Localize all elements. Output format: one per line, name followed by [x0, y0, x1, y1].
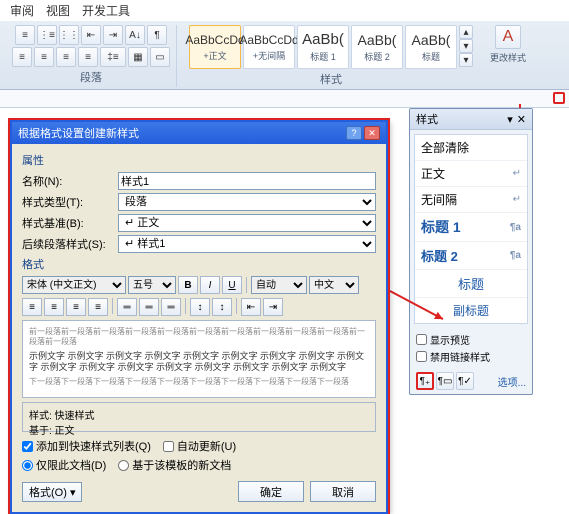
spacing1-btn[interactable]: ═ [117, 298, 137, 316]
style-body[interactable]: 正文↵ [415, 161, 527, 187]
style-h2[interactable]: 标题 2¶a [415, 242, 527, 270]
underline-button[interactable]: U [222, 276, 242, 294]
styles-pane-dropdown[interactable]: ▾ [507, 113, 513, 126]
change-styles-icon: A [495, 25, 521, 49]
styles-launcher-highlight[interactable] [553, 92, 565, 104]
follow-label: 后续段落样式(S): [22, 236, 112, 252]
style-h1[interactable]: 标题 1¶a [415, 213, 527, 242]
align-left-btn[interactable]: ≡ [22, 298, 42, 316]
indent-left-btn[interactable]: ⇤ [241, 298, 261, 316]
dialog-title: 根据格式设置创建新样式 [18, 125, 139, 141]
group-styles-label: 样式 [320, 71, 342, 87]
cancel-button[interactable]: 取消 [310, 481, 376, 502]
gallery-down-button[interactable]: ▾ [459, 39, 473, 53]
align-justify-btn[interactable]: ≡ [88, 298, 108, 316]
template-radio[interactable]: 基于该模板的新文档 [118, 457, 231, 473]
gallery-item-h1[interactable]: AaBb(标题 1 [297, 25, 349, 69]
auto-update-check[interactable]: 自动更新(U) [163, 438, 236, 454]
align-left-button[interactable]: ≡ [12, 47, 32, 67]
numbering-button[interactable]: ⋮≡ [37, 25, 57, 45]
gallery-item-title[interactable]: AaBb(标题 [405, 25, 457, 69]
bold-button[interactable]: B [178, 276, 198, 294]
tab-review[interactable]: 审阅 [10, 2, 34, 19]
gallery-item-h2[interactable]: AaBb(标题 2 [351, 25, 403, 69]
indent-dec-button[interactable]: ⇤ [81, 25, 101, 45]
style-inspector-button[interactable]: ¶▭ [436, 372, 454, 390]
styles-pane-title: 样式 [416, 111, 438, 127]
space-after-btn[interactable]: ↕ [212, 298, 232, 316]
preview-box: 前一段落前一段落前一段落前一段落前一段落前一段落前一段落前一段落前一段落前一段落… [22, 320, 376, 398]
space-before-btn[interactable]: ↕ [190, 298, 210, 316]
styles-pane: 样式 ▾ ✕ 全部清除 正文↵ 无间隔↵ 标题 1¶a 标题 2¶a 标题 副标… [409, 108, 533, 395]
indent-inc-button[interactable]: ⇥ [103, 25, 123, 45]
manage-styles-button[interactable]: ¶✓ [456, 372, 474, 390]
dialog-help-button[interactable]: ? [346, 126, 362, 140]
format-menu-button[interactable]: 格式(O) ▾ [22, 482, 82, 502]
align-center-btn[interactable]: ≡ [44, 298, 64, 316]
base-select[interactable]: ↵ 正文 [118, 214, 376, 232]
group-paragraph: ≡ ⋮≡ ⋮⋮ ⇤ ⇥ A↓ ¶ ≡ ≡ ≡ ≡ ‡≡ ▦ ▭ 段落 [6, 25, 177, 87]
size-select[interactable]: 五号 [128, 276, 176, 294]
font-select[interactable]: 宋体 (中文正文) [22, 276, 126, 294]
align-center-button[interactable]: ≡ [34, 47, 54, 67]
name-label: 名称(N): [22, 173, 112, 189]
new-style-dialog: 根据格式设置创建新样式 ? ✕ 属性 名称(N): 样式类型(T): 段落 样式基… [10, 120, 388, 514]
tab-dev[interactable]: 开发工具 [82, 2, 130, 19]
group-styles: AaBbCcDd+正文 AaBbCcDd+无间隔 AaBb(标题 1 AaBb(… [183, 25, 479, 87]
disable-linked-check[interactable]: 禁用链接样式 [416, 349, 526, 364]
align-justify-button[interactable]: ≡ [78, 47, 98, 67]
line-spacing-button[interactable]: ‡≡ [100, 47, 126, 67]
lang-select[interactable]: 中文 [309, 276, 359, 294]
dialog-close-button[interactable]: ✕ [364, 126, 380, 140]
borders-button[interactable]: ▭ [150, 47, 170, 67]
italic-button[interactable]: I [200, 276, 220, 294]
shading-button[interactable]: ▦ [128, 47, 148, 67]
only-doc-radio[interactable]: 仅限此文档(D) [22, 457, 106, 473]
ok-button[interactable]: 确定 [238, 481, 304, 502]
gallery-up-button[interactable]: ▴ [459, 25, 473, 39]
align-right-btn[interactable]: ≡ [66, 298, 86, 316]
style-nospacing[interactable]: 无间隔↵ [415, 187, 527, 213]
change-styles-button[interactable]: A 更改样式 [485, 25, 531, 87]
style-clear-all[interactable]: 全部清除 [415, 135, 527, 161]
bullets-button[interactable]: ≡ [15, 25, 35, 45]
follow-select[interactable]: ↵ 样式1 [118, 235, 376, 253]
multilevel-button[interactable]: ⋮⋮ [59, 25, 79, 45]
add-quick-check[interactable]: 添加到快速样式列表(Q) [22, 438, 151, 454]
ribbon-tabs: 审阅 视图 开发工具 [0, 0, 569, 21]
gallery-item-body[interactable]: AaBbCcDd+正文 [189, 25, 241, 69]
styles-pane-close[interactable]: ✕ [517, 113, 526, 126]
ruler [0, 90, 569, 108]
tab-view[interactable]: 视图 [46, 2, 70, 19]
spacing15-btn[interactable]: ═ [139, 298, 159, 316]
name-input[interactable] [118, 172, 376, 190]
type-select[interactable]: 段落 [118, 193, 376, 211]
styles-options-link[interactable]: 选项... [498, 374, 526, 389]
style-description: 样式: 快速样式 基于: 正文 [22, 402, 376, 432]
color-select[interactable]: 自动 [251, 276, 307, 294]
base-label: 样式基准(B): [22, 215, 112, 231]
indent-right-btn[interactable]: ⇥ [263, 298, 283, 316]
sort-button[interactable]: A↓ [125, 25, 145, 45]
styles-list: 全部清除 正文↵ 无间隔↵ 标题 1¶a 标题 2¶a 标题 副标题 [414, 134, 528, 324]
style-title[interactable]: 标题 [415, 270, 527, 298]
align-right-button[interactable]: ≡ [56, 47, 76, 67]
new-style-button[interactable]: ¶₊ [416, 372, 434, 390]
show-preview-check[interactable]: 显示预览 [416, 332, 526, 347]
style-subtitle[interactable]: 副标题 [415, 298, 527, 323]
props-section: 属性 [22, 152, 376, 168]
style-gallery: AaBbCcDd+正文 AaBbCcDd+无间隔 AaBb(标题 1 AaBb(… [189, 25, 473, 69]
showmarks-button[interactable]: ¶ [147, 25, 167, 45]
spacing2-btn[interactable]: ═ [161, 298, 181, 316]
gallery-item-nospacing[interactable]: AaBbCcDd+无间隔 [243, 25, 295, 69]
ribbon: ≡ ⋮≡ ⋮⋮ ⇤ ⇥ A↓ ¶ ≡ ≡ ≡ ≡ ‡≡ ▦ ▭ 段落 AaBbC… [0, 21, 569, 90]
group-paragraph-label: 段落 [80, 69, 102, 85]
gallery-more-button[interactable]: ▾ [459, 53, 473, 67]
format-section: 格式 [22, 256, 376, 272]
type-label: 样式类型(T): [22, 194, 112, 210]
